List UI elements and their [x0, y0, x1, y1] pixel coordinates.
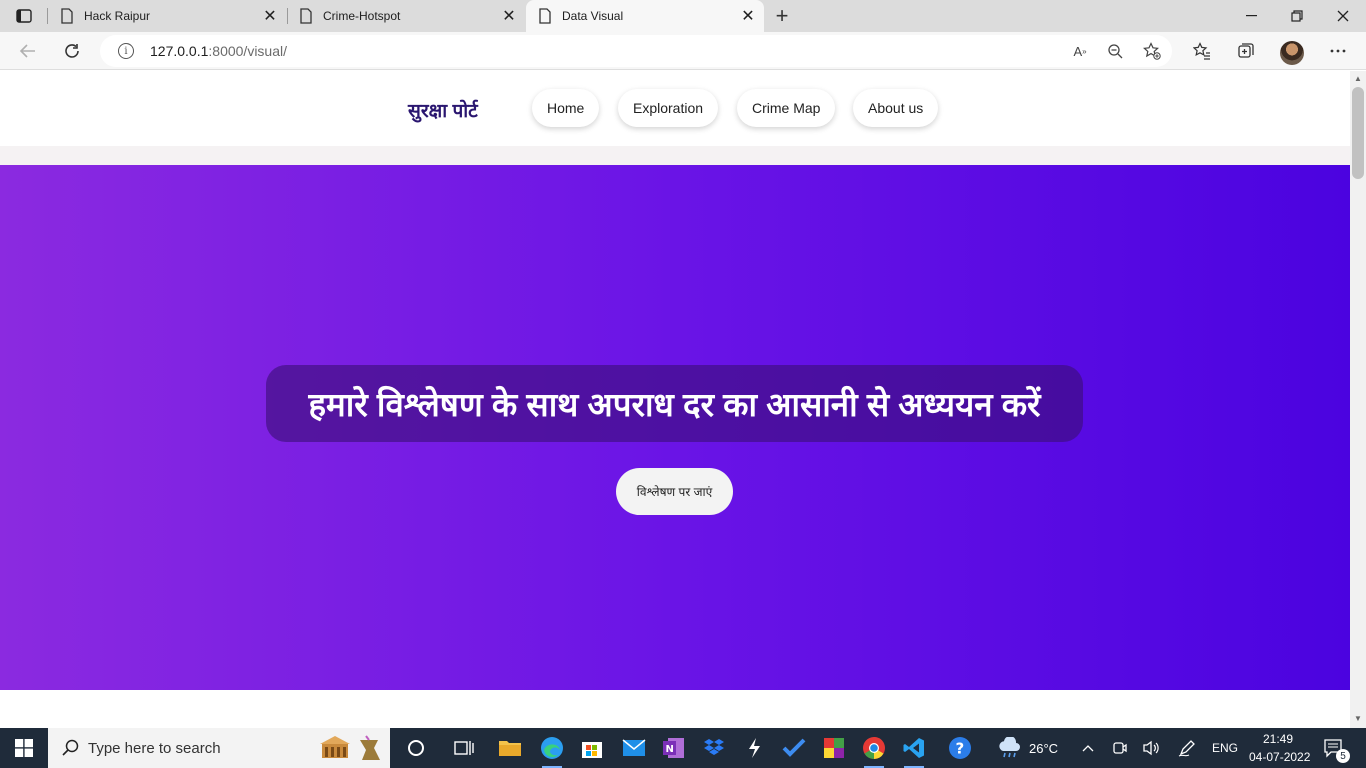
url-text: 127.0.0.1:8000/visual/ [150, 43, 287, 59]
weather-temperature[interactable]: 26°C [1029, 741, 1058, 756]
close-tab-icon[interactable]: ✕ [501, 8, 517, 25]
new-tab-icon[interactable]: + [770, 3, 794, 28]
tab-actions-icon[interactable] [8, 6, 40, 26]
back-icon[interactable] [12, 36, 44, 66]
taskbar-search[interactable]: Type here to search [48, 728, 390, 768]
page-icon [300, 8, 312, 24]
svg-text:N: N [666, 744, 674, 755]
go-to-analysis-button[interactable]: विश्लेषण पर जाएं [616, 468, 733, 515]
navbar-divider [0, 146, 1350, 165]
onenote-icon[interactable]: N [656, 732, 692, 764]
clock-date[interactable]: 04-07-2022 [1249, 750, 1310, 764]
show-hidden-icons[interactable] [1070, 732, 1106, 764]
profile-avatar[interactable] [1280, 41, 1304, 65]
microsoft-store-icon[interactable] [574, 732, 610, 764]
help-icon[interactable]: ? [942, 732, 978, 764]
mail-icon[interactable] [616, 732, 652, 764]
nav-about-us[interactable]: About us [853, 89, 939, 127]
search-icon [62, 739, 79, 756]
zoom-out-icon[interactable] [1105, 41, 1125, 61]
pen-workspace-icon[interactable] [1169, 732, 1205, 764]
close-tab-icon[interactable]: ✕ [262, 8, 278, 25]
search-highlight-icon [320, 735, 380, 760]
web-page: सुरक्षा पोर्ट Home Exploration Crime Map… [0, 71, 1350, 728]
clock-time[interactable]: 21:49 [1263, 732, 1293, 746]
volume-icon[interactable] [1133, 732, 1169, 764]
close-tab-icon[interactable]: ✕ [740, 8, 756, 25]
page-scrollbar[interactable]: ▲ ▼ [1350, 71, 1366, 728]
input-language[interactable]: ENG [1212, 741, 1238, 755]
windows-taskbar: Type here to search N ? 26°C ENG 21:49 0… [0, 728, 1366, 768]
refresh-icon[interactable] [56, 36, 88, 66]
dropbox-icon[interactable] [696, 732, 732, 764]
notifications-icon[interactable]: 5 [1316, 732, 1352, 764]
address-bar[interactable]: i 127.0.0.1:8000/visual/ A» [100, 35, 1172, 67]
hero-headline: हमारे विश्लेषण के साथ अपराध दर का आसानी … [266, 365, 1083, 442]
scrollbar-thumb[interactable] [1352, 87, 1364, 179]
site-info-icon[interactable]: i [118, 43, 134, 59]
search-placeholder: Type here to search [88, 740, 221, 757]
todo-icon[interactable] [776, 732, 812, 764]
notification-count: 5 [1336, 749, 1350, 763]
tab-title: Crime-Hotspot [323, 9, 401, 23]
windows-start-icon[interactable] [0, 728, 48, 768]
read-aloud-icon[interactable]: A» [1070, 41, 1090, 61]
minimize-icon[interactable] [1228, 0, 1274, 32]
task-view-icon[interactable] [446, 732, 482, 764]
page-icon [539, 8, 551, 24]
scroll-down-icon[interactable]: ▼ [1354, 715, 1362, 723]
site-navbar: सुरक्षा पोर्ट Home Exploration Crime Map… [0, 71, 1350, 165]
nav-crime-map[interactable]: Crime Map [737, 89, 836, 127]
nav-exploration[interactable]: Exploration [618, 89, 719, 127]
file-explorer-icon[interactable] [492, 732, 528, 764]
page-icon [61, 8, 73, 24]
vscode-icon[interactable] [896, 732, 932, 768]
hero-section: हमारे विश्लेषण के साथ अपराध दर का आसानी … [0, 165, 1350, 690]
browser-toolbar: i 127.0.0.1:8000/visual/ A» [0, 32, 1366, 70]
weather-icon[interactable] [992, 732, 1028, 764]
edge-browser-icon[interactable] [534, 732, 570, 768]
cortana-icon[interactable] [398, 732, 434, 764]
site-brand[interactable]: सुरक्षा पोर्ट [408, 97, 478, 123]
browser-tab-strip: Hack Raipur ✕ Crime-Hotspot ✕ Data Visua… [0, 0, 1366, 32]
more-options-icon[interactable] [1322, 36, 1354, 66]
colorful-app-icon[interactable] [816, 732, 852, 764]
collections-icon[interactable] [1230, 36, 1262, 66]
favorites-icon[interactable] [1186, 36, 1218, 66]
tab-title: Data Visual [562, 9, 624, 23]
restore-icon[interactable] [1274, 0, 1320, 32]
tab-data-visual[interactable]: Data Visual ✕ [526, 0, 764, 32]
add-favorite-icon[interactable] [1142, 41, 1162, 61]
svg-text:?: ? [956, 740, 965, 758]
scroll-up-icon[interactable]: ▲ [1354, 75, 1362, 83]
terminal-app-icon[interactable] [736, 732, 772, 764]
nav-home[interactable]: Home [532, 89, 600, 127]
chrome-icon[interactable] [856, 732, 892, 768]
tab-hack-raipur[interactable]: Hack Raipur ✕ [48, 0, 286, 32]
close-window-icon[interactable] [1320, 0, 1366, 32]
tab-title: Hack Raipur [84, 9, 151, 23]
tab-crime-hotspot[interactable]: Crime-Hotspot ✕ [287, 0, 525, 32]
